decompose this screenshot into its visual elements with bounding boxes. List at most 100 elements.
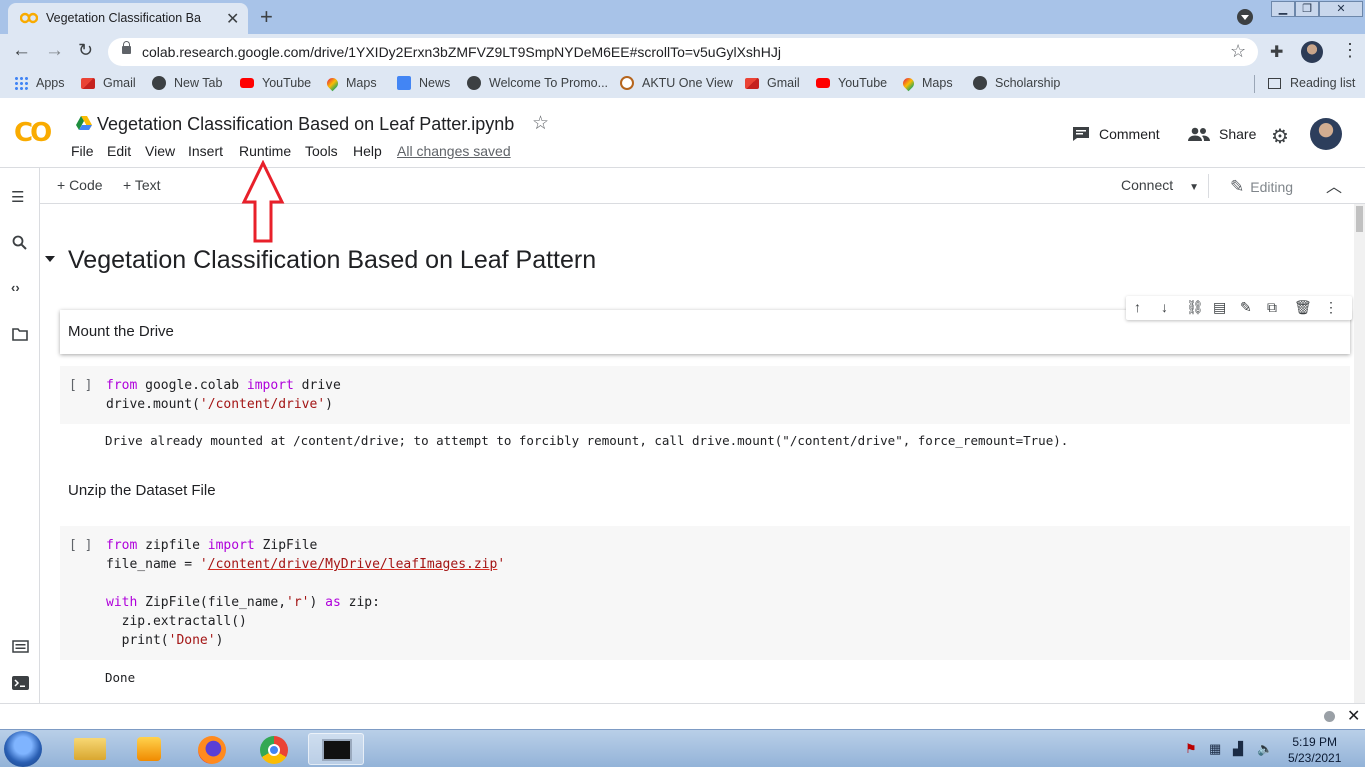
code-cell[interactable]: [ ] from google.colab import drive drive… — [60, 366, 1350, 424]
cell-toolbar: ↑ ↓ ⛓ ▤ ✎ ⧉ 🗑 ⋮ — [1126, 296, 1352, 320]
command-palette-icon[interactable] — [12, 640, 29, 653]
cell-output: Done — [105, 670, 136, 685]
restore-icon[interactable]: ❐ — [1295, 1, 1319, 17]
run-cell-button[interactable]: [ ] — [69, 538, 92, 553]
terminal-icon[interactable] — [12, 676, 29, 690]
connect-button[interactable]: Connect ▼ — [1121, 177, 1199, 193]
star-notebook-icon[interactable]: ☆ — [532, 112, 549, 135]
chrome-icon[interactable] — [246, 733, 302, 765]
section-heading: Vegetation Classification Based on Leaf … — [68, 246, 597, 274]
notebook-title[interactable]: Vegetation Classification Based on Leaf … — [97, 114, 514, 135]
menu-view[interactable]: View — [145, 143, 175, 159]
colab-logo[interactable]: CO — [14, 118, 52, 148]
command-prompt-icon[interactable] — [308, 733, 364, 765]
notebook-toolbar: + Code + Text Connect ▼ ✎ Editing ︿ — [40, 168, 1365, 204]
add-code-button[interactable]: + Code — [57, 177, 103, 193]
file-explorer-icon[interactable] — [62, 733, 118, 765]
menu-tools[interactable]: Tools — [305, 143, 338, 159]
collapse-header-icon[interactable]: ︿ — [1326, 173, 1342, 197]
scrollbar[interactable] — [1354, 204, 1365, 703]
globe-icon — [152, 76, 166, 90]
save-status[interactable]: All changes saved — [397, 143, 511, 159]
link-icon[interactable]: ⛓ — [1186, 299, 1204, 316]
bookmarks-divider — [1254, 75, 1255, 93]
bookmark-new-tab[interactable]: New Tab — [152, 76, 222, 90]
menu-edit[interactable]: Edit — [107, 143, 131, 159]
minimize-icon[interactable]: ▁ — [1271, 1, 1295, 17]
mirror-cell-icon[interactable]: ⧉ — [1267, 299, 1277, 316]
windows-start-icon[interactable] — [4, 731, 42, 767]
code-snippets-icon[interactable]: ‹› — [11, 280, 20, 295]
cell-output: Drive already mounted at /content/drive;… — [105, 433, 1069, 448]
more-options-icon[interactable]: ⋮ — [1324, 299, 1338, 316]
bookmark-welcome[interactable]: Welcome To Promo... — [467, 76, 608, 90]
table-of-contents-icon[interactable]: ☰ — [11, 188, 24, 206]
youtube-icon — [240, 78, 254, 88]
bookmark-aktu[interactable]: AKTU One View — [620, 76, 733, 90]
bookmark-youtube-2[interactable]: YouTube — [816, 76, 887, 90]
move-down-icon[interactable]: ↓ — [1161, 299, 1168, 315]
text-cell-content: Unzip the Dataset File — [68, 482, 216, 499]
annotation-arrow — [241, 160, 285, 243]
bookmark-gmail-2[interactable]: Gmail — [745, 76, 800, 90]
firefox-icon[interactable] — [184, 733, 240, 765]
browser-tab[interactable]: Vegetation Classification Based o ✕ — [8, 3, 248, 34]
files-folder-icon[interactable] — [12, 328, 28, 341]
comment-button[interactable]: Comment — [1072, 126, 1160, 142]
search-icon[interactable] — [12, 235, 27, 250]
run-cell-button[interactable]: [ ] — [69, 378, 92, 393]
comment-cell-icon[interactable]: ▤ — [1213, 299, 1226, 316]
extensions-icon[interactable]: ✚ — [1270, 42, 1283, 62]
menu-insert[interactable]: Insert — [188, 143, 223, 159]
close-status-icon[interactable]: ✕ — [1347, 706, 1360, 726]
tab-search-icon[interactable] — [1237, 9, 1253, 25]
back-icon[interactable]: ← — [12, 40, 31, 62]
bookmark-youtube[interactable]: YouTube — [240, 76, 311, 90]
bookmark-scholarship[interactable]: Scholarship — [973, 76, 1060, 90]
bookmark-maps[interactable]: Maps — [324, 75, 377, 91]
editing-mode-button[interactable]: ✎ Editing — [1230, 177, 1293, 197]
forward-icon[interactable]: → — [45, 40, 64, 62]
share-button[interactable]: Share — [1188, 126, 1256, 142]
add-text-button[interactable]: + Text — [123, 177, 161, 193]
bookmark-maps-2[interactable]: Maps — [900, 75, 953, 91]
window-close-icon[interactable]: ✕ — [1319, 1, 1363, 17]
toolbar-divider — [1208, 174, 1209, 198]
clock-time: 5:19 PM — [1292, 735, 1338, 749]
pencil-icon: ✎ — [1230, 177, 1245, 196]
edit-pencil-icon[interactable]: ✎ — [1240, 299, 1252, 316]
scrollbar-thumb[interactable] — [1356, 206, 1363, 232]
code-editor[interactable]: from zipfile import ZipFile file_name = … — [106, 536, 505, 650]
network-signal-icon[interactable]: ▟ — [1233, 741, 1243, 757]
acrobat-tray-icon[interactable]: ⚑ — [1185, 741, 1197, 757]
menu-file[interactable]: File — [71, 143, 94, 159]
text-cell-content: Mount the Drive — [68, 323, 174, 340]
volume-icon[interactable]: 🔈 — [1257, 741, 1273, 757]
usb-tray-icon[interactable]: ▦ — [1209, 741, 1221, 757]
maps-pin-icon — [900, 75, 917, 91]
section-collapse-icon[interactable] — [45, 256, 55, 267]
taskbar-clock[interactable]: 5:19 PM 5/23/2021 — [1288, 734, 1341, 766]
bookmark-apps[interactable]: Apps — [14, 76, 65, 90]
delete-trash-icon[interactable]: 🗑 — [1294, 299, 1312, 316]
bookmark-star-icon[interactable]: ☆ — [1230, 41, 1246, 62]
menu-help[interactable]: Help — [353, 143, 382, 159]
bookmark-gmail[interactable]: Gmail — [81, 76, 136, 90]
browser-menu-icon[interactable]: ⋮ — [1341, 40, 1359, 61]
notebook-content: Vegetation Classification Based on Leaf … — [40, 204, 1365, 703]
media-player-icon[interactable] — [122, 733, 178, 765]
user-avatar[interactable] — [1310, 118, 1342, 150]
reading-list-button[interactable]: Reading list — [1268, 76, 1355, 90]
code-editor[interactable]: from google.colab import drive drive.mou… — [106, 376, 341, 414]
google-drive-icon[interactable] — [76, 116, 92, 130]
profile-avatar[interactable] — [1301, 41, 1323, 63]
address-bar[interactable]: colab.research.google.com/drive/1YXIDy2E… — [108, 38, 1258, 66]
settings-gear-icon[interactable]: ⚙ — [1271, 124, 1289, 149]
code-cell[interactable]: [ ] from zipfile import ZipFile file_nam… — [60, 526, 1350, 660]
move-up-icon[interactable]: ↑ — [1134, 299, 1141, 315]
bookmark-news[interactable]: News — [397, 76, 450, 90]
reload-icon[interactable]: ↻ — [78, 40, 93, 61]
new-tab-icon[interactable]: + — [260, 4, 273, 30]
tab-close-icon[interactable]: ✕ — [226, 9, 239, 29]
menu-runtime[interactable]: Runtime — [239, 143, 291, 159]
